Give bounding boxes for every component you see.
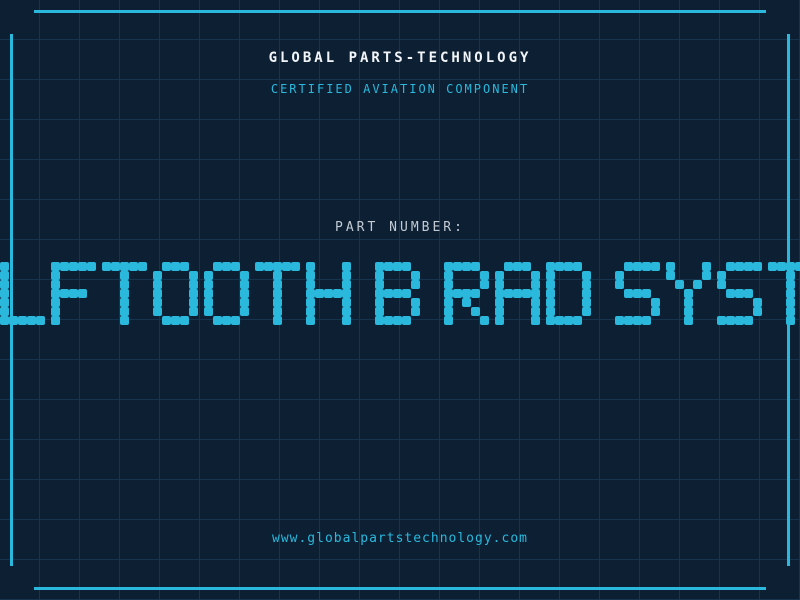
- pixel-letter: [255, 262, 300, 325]
- pixel-letter: [717, 262, 762, 325]
- pixel-letter: [768, 262, 800, 325]
- frame-border-bottom: [34, 587, 766, 590]
- pixel-letter: [204, 262, 249, 325]
- pixel-letter: [546, 262, 591, 325]
- certification-tagline: CERTIFIED AVIATION COMPONENT: [0, 82, 800, 96]
- pixel-letter: [0, 262, 45, 325]
- pixel-letter: [306, 262, 351, 325]
- frame-border-top: [34, 10, 766, 13]
- pixel-letter: [495, 262, 540, 325]
- pixel-letter: [444, 262, 489, 325]
- pixel-letter: [615, 262, 660, 325]
- company-name: GLOBAL PARTS-TECHNOLOGY: [0, 50, 800, 66]
- part-number-display: [0, 262, 800, 325]
- pixel-letter: [51, 262, 96, 325]
- pixel-letter: [102, 262, 147, 325]
- pixel-letter: [375, 262, 420, 325]
- pixel-letter: [666, 262, 711, 325]
- part-number-label: PART NUMBER:: [0, 220, 800, 235]
- website-url: www.globalpartstechnology.com: [0, 531, 800, 546]
- pixel-letter: [153, 262, 198, 325]
